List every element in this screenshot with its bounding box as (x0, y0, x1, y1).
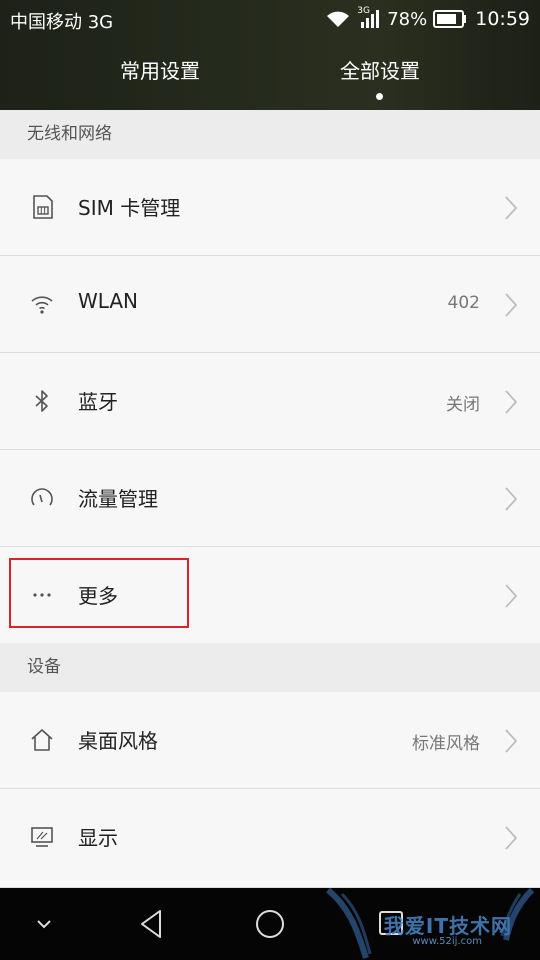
chevron-right-icon (505, 729, 518, 753)
row-value: 标准风格 (412, 734, 480, 754)
carrier-label: 中国移动 3G (10, 12, 114, 33)
highlight-annotation (9, 558, 189, 628)
section-header-device: 设备 (0, 643, 540, 692)
status-bar: 中国移动 3G 3G 78% 10:59 (0, 0, 540, 38)
watermark: 我爱IT技术网 www.52ij.com (320, 888, 540, 960)
home-icon (31, 729, 53, 751)
row-value: 402 (447, 293, 480, 313)
section-header-wireless: 无线和网络 (0, 110, 540, 159)
back-icon[interactable] (136, 908, 166, 940)
watermark-text: 我爱IT技术网 (383, 914, 512, 938)
row-label: 桌面风格 (78, 729, 158, 753)
data-usage-icon (31, 488, 53, 506)
chevron-right-icon (505, 196, 518, 220)
chevron-down-icon[interactable] (34, 918, 54, 932)
battery-icon (433, 10, 467, 28)
row-sim-card[interactable]: SIM 卡管理 (0, 159, 540, 256)
display-icon (31, 827, 53, 847)
watermark-url: www.52ij.com (412, 936, 482, 947)
active-tab-indicator (376, 93, 383, 100)
row-label: 流量管理 (78, 487, 158, 511)
chevron-right-icon (505, 826, 518, 850)
settings-tabs: 常用设置 全部设置 (0, 55, 540, 95)
home-nav-icon[interactable] (254, 908, 286, 940)
wifi-signal-icon (327, 11, 350, 27)
clock: 10:59 (475, 8, 530, 30)
row-label: 显示 (78, 826, 118, 850)
row-label: WLAN (78, 289, 139, 313)
row-label: SIM 卡管理 (78, 196, 181, 220)
chevron-right-icon (505, 293, 518, 317)
tab-common-settings[interactable]: 常用设置 (60, 55, 260, 84)
chevron-right-icon (505, 584, 518, 608)
sim-card-icon (33, 195, 53, 219)
navigation-bar: 我爱IT技术网 www.52ij.com (0, 888, 540, 960)
row-home-style[interactable]: 桌面风格 标准风格 (0, 692, 540, 789)
row-value: 关闭 (446, 395, 480, 415)
status-icons: 3G 78% 10:59 (319, 4, 530, 34)
header: 中国移动 3G 3G 78% 10:59 常用设置 全部设置 (0, 0, 540, 110)
chevron-right-icon (505, 390, 518, 414)
chevron-right-icon (505, 487, 518, 511)
row-wlan[interactable]: WLAN 402 (0, 256, 540, 353)
row-label: 蓝牙 (78, 390, 118, 414)
bluetooth-icon (35, 390, 48, 412)
wifi-icon (31, 296, 53, 314)
row-display[interactable]: 显示 (0, 789, 540, 888)
cell-signal-icon (361, 10, 380, 28)
cell-signal: 3G (357, 6, 381, 30)
battery-percent: 78% (387, 8, 428, 30)
tab-all-settings[interactable]: 全部设置 (280, 55, 480, 84)
row-data-usage[interactable]: 流量管理 (0, 450, 540, 547)
row-bluetooth[interactable]: 蓝牙 关闭 (0, 353, 540, 450)
